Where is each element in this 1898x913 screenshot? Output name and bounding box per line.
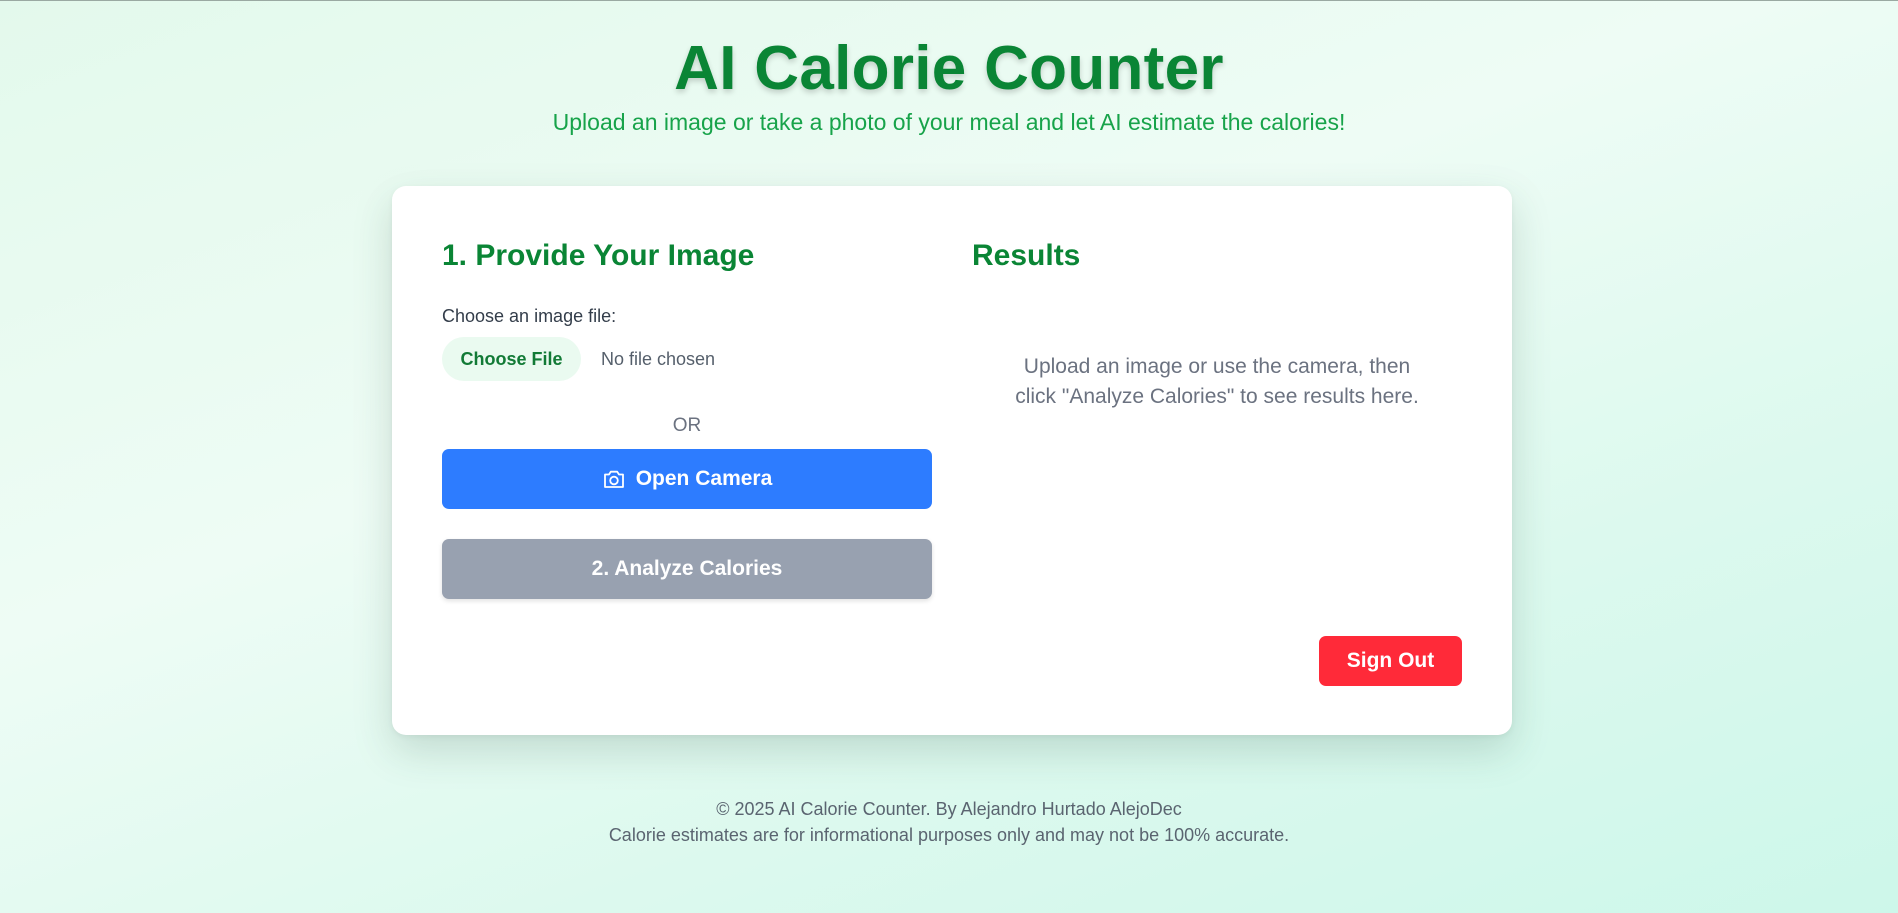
page-title: AI Calorie Counter (674, 34, 1224, 103)
open-camera-button[interactable]: Open Camera (442, 449, 932, 509)
input-section-title: 1. Provide Your Image (442, 239, 755, 272)
results-panel: Results Upload an image or use the camer… (972, 238, 1462, 412)
or-divider: OR (672, 415, 702, 436)
choose-file-button[interactable]: Choose File (442, 337, 581, 381)
analyze-calories-button[interactable]: 2. Analyze Calories (442, 539, 932, 599)
footer-disclaimer: Calorie estimates are for informational … (608, 825, 1290, 845)
main-card: 1. Provide Your Image Choose an image fi… (392, 186, 1512, 735)
open-camera-label: Open Camera (635, 467, 773, 490)
sign-out-button[interactable]: Sign Out (1319, 636, 1462, 686)
input-panel: 1. Provide Your Image Choose an image fi… (442, 238, 932, 599)
camera-icon (602, 468, 626, 490)
results-placeholder: Upload an image or use the camera, then … (1015, 355, 1419, 408)
page-header: AI Calorie Counter Upload an image or ta… (0, 1, 1898, 136)
footer-copyright: © 2025 AI Calorie Counter. By Alejandro … (716, 799, 1182, 819)
file-input-label: Choose an image file: (442, 306, 617, 326)
page-footer: © 2025 AI Calorie Counter. By Alejandro … (0, 796, 1898, 848)
file-input[interactable]: Choose File No file chosen (442, 337, 932, 381)
file-status-text: No file chosen (601, 348, 716, 369)
results-section-title: Results (972, 239, 1081, 272)
page-subtitle: Upload an image or take a photo of your … (552, 109, 1346, 135)
